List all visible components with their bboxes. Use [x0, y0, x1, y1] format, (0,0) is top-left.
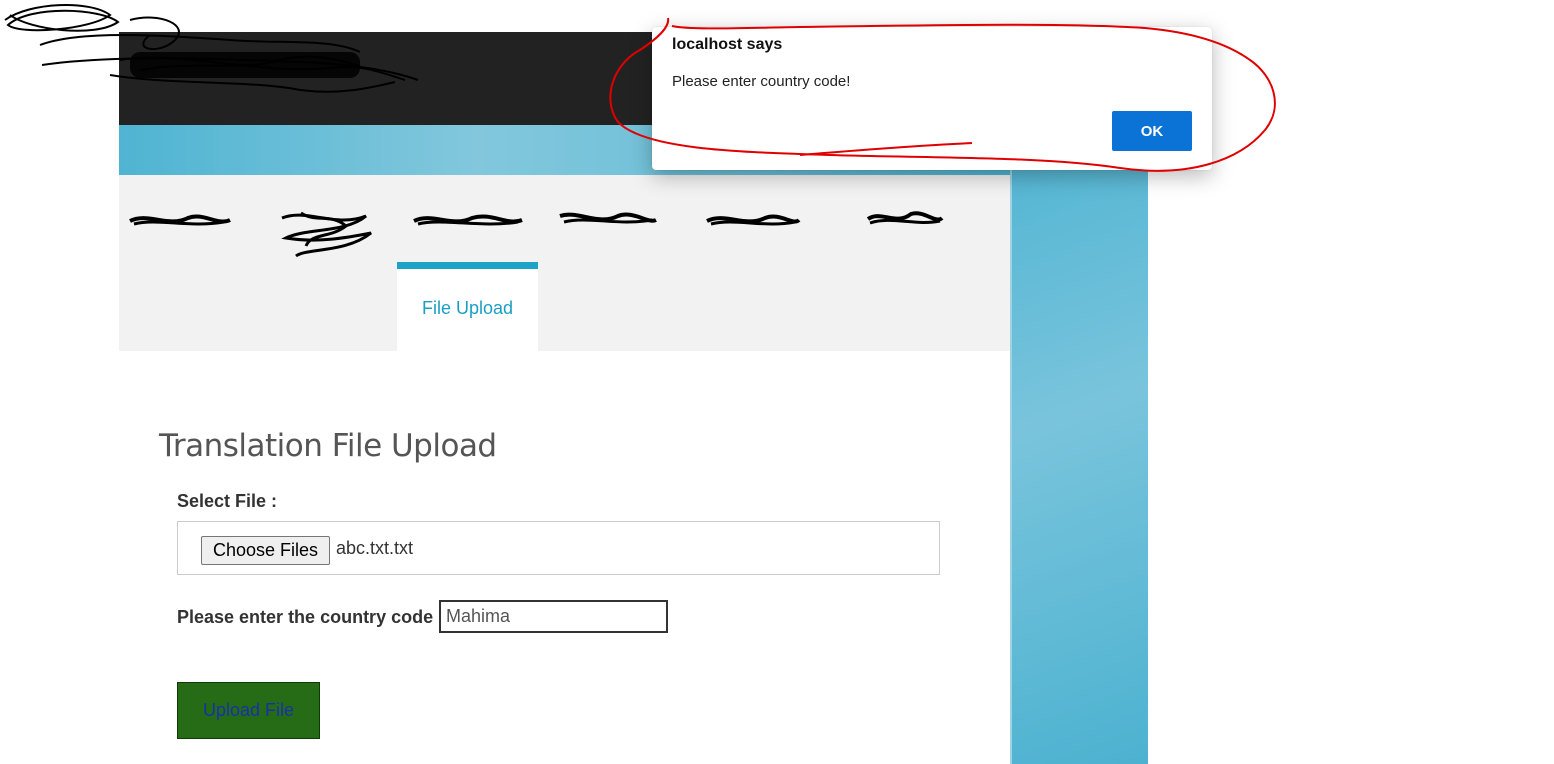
alert-ok-button[interactable]: OK	[1112, 111, 1192, 151]
select-file-label: Select File :	[177, 491, 278, 511]
page-title: Translation File Upload	[159, 428, 497, 464]
alert-message: Please enter country code!	[672, 73, 851, 90]
tab-file-upload-label: File Upload	[421, 297, 514, 318]
choose-files-button[interactable]: Choose Files	[201, 536, 330, 565]
tab-redacted-5[interactable]	[705, 210, 801, 232]
redacted-logo-scribble	[4, 3, 419, 93]
alert-dialog: localhost says Please enter country code…	[652, 27, 1212, 170]
country-code-label: Please enter the country code	[177, 607, 434, 627]
tab-redacted-1[interactable]	[128, 210, 232, 232]
tab-file-upload[interactable]: File Upload	[397, 262, 538, 351]
tab-redacted-2[interactable]	[276, 208, 380, 258]
tab-redacted-4[interactable]	[558, 208, 658, 230]
side-panel	[1010, 125, 1148, 764]
tab-redacted-3[interactable]	[412, 210, 524, 232]
selected-file-name: abc.txt.txt	[336, 538, 414, 558]
tab-bar	[119, 175, 1010, 351]
upload-file-button[interactable]: Upload File	[177, 682, 320, 739]
alert-title: localhost says	[672, 36, 783, 53]
tab-redacted-6[interactable]	[866, 208, 944, 230]
country-code-input[interactable]	[439, 600, 668, 633]
